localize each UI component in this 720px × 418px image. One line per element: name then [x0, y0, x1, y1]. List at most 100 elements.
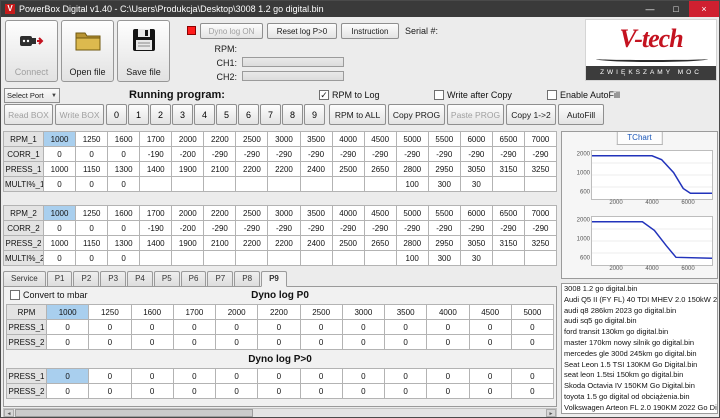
value-cell[interactable]: -290 [299, 220, 333, 236]
paste-prog-button[interactable]: Paste PROG [447, 104, 504, 125]
value-cell[interactable]: 1000 [42, 161, 77, 177]
value-cell[interactable]: 4000 [331, 205, 365, 221]
value-cell[interactable]: 5500 [427, 131, 461, 147]
read-box-button[interactable]: Read BOX [4, 104, 53, 125]
value-cell[interactable]: 1150 [75, 161, 109, 177]
value-cell[interactable]: 0 [45, 319, 90, 335]
value-cell[interactable]: -290 [523, 146, 558, 162]
value-cell[interactable]: -190 [139, 220, 173, 236]
value-cell[interactable]: 1400 [139, 161, 173, 177]
scrollbar-thumb[interactable] [15, 409, 253, 417]
tab-p8[interactable]: P8 [234, 271, 261, 287]
value-cell[interactable]: 0 [75, 176, 109, 192]
value-cell[interactable]: 2950 [427, 161, 461, 177]
value-cell[interactable]: 0 [75, 146, 109, 162]
digit-button-6[interactable]: 6 [238, 104, 259, 125]
value-cell[interactable]: -290 [331, 146, 365, 162]
value-cell[interactable] [363, 250, 397, 266]
value-cell[interactable]: 0 [45, 334, 90, 350]
value-cell[interactable]: 0 [107, 176, 141, 192]
value-cell[interactable]: 2500 [235, 205, 269, 221]
value-cell[interactable]: 100 [395, 176, 429, 192]
value-cell[interactable]: 0 [299, 383, 343, 399]
value-cell[interactable] [299, 250, 333, 266]
digit-button-9[interactable]: 9 [304, 104, 325, 125]
value-cell[interactable]: 0 [88, 319, 132, 335]
value-cell[interactable]: 1250 [75, 131, 109, 147]
value-cell[interactable]: 0 [42, 220, 77, 236]
tab-p6[interactable]: P6 [180, 271, 207, 287]
value-cell[interactable]: 0 [468, 368, 512, 384]
value-cell[interactable]: 3150 [491, 235, 525, 251]
value-cell[interactable] [139, 250, 173, 266]
value-cell[interactable]: -290 [235, 146, 269, 162]
value-cell[interactable] [331, 176, 365, 192]
digit-button-1[interactable]: 1 [128, 104, 149, 125]
value-cell[interactable]: -290 [267, 146, 301, 162]
value-cell[interactable]: 2200 [267, 161, 301, 177]
value-cell[interactable]: 0 [426, 319, 470, 335]
value-cell[interactable]: 1400 [139, 235, 173, 251]
value-cell[interactable]: 0 [510, 368, 555, 384]
value-cell[interactable] [491, 250, 525, 266]
value-cell[interactable]: 1000 [45, 304, 90, 320]
tab-p7[interactable]: P7 [207, 271, 234, 287]
value-cell[interactable]: 0 [383, 334, 428, 350]
value-cell[interactable]: 0 [75, 220, 109, 236]
value-cell[interactable]: 0 [130, 334, 174, 350]
value-cell[interactable]: 0 [257, 368, 301, 384]
value-cell[interactable]: 2800 [395, 235, 429, 251]
digit-button-3[interactable]: 3 [172, 104, 193, 125]
value-cell[interactable]: 6000 [459, 131, 493, 147]
value-cell[interactable]: 2200 [267, 235, 301, 251]
value-cell[interactable]: 0 [214, 319, 259, 335]
value-cell[interactable]: -290 [235, 220, 269, 236]
value-cell[interactable]: 5000 [395, 205, 429, 221]
tab-p2[interactable]: P2 [73, 271, 100, 287]
value-cell[interactable]: -290 [459, 220, 493, 236]
value-cell[interactable]: -290 [523, 220, 558, 236]
value-cell[interactable]: 0 [88, 334, 132, 350]
value-cell[interactable]: 3500 [299, 205, 333, 221]
value-cell[interactable]: 0 [468, 383, 512, 399]
value-cell[interactable]: 4000 [426, 304, 470, 320]
connect-button[interactable]: Connect [5, 20, 58, 82]
value-cell[interactable]: 2500 [235, 131, 269, 147]
value-cell[interactable]: 0 [172, 334, 217, 350]
file-list-item[interactable]: 3008 1.2 go digital.bin [562, 284, 717, 295]
open-file-button[interactable]: Open file [61, 20, 114, 82]
value-cell[interactable]: 0 [172, 368, 217, 384]
value-cell[interactable]: -290 [299, 146, 333, 162]
rpm-to-all-button[interactable]: RPM to ALL [329, 104, 386, 125]
value-cell[interactable]: 2400 [299, 161, 333, 177]
value-cell[interactable]: 0 [257, 383, 301, 399]
value-cell[interactable]: 3250 [523, 161, 558, 177]
value-cell[interactable]: 2100 [203, 161, 237, 177]
digit-button-2[interactable]: 2 [150, 104, 171, 125]
value-cell[interactable]: 1150 [75, 235, 109, 251]
copy-1-to-2-button[interactable]: Copy 1->2 [506, 104, 556, 125]
tab-service[interactable]: Service [3, 271, 46, 287]
tab-p4[interactable]: P4 [127, 271, 153, 287]
value-cell[interactable]: -290 [427, 146, 461, 162]
value-cell[interactable]: 0 [172, 319, 217, 335]
close-button[interactable]: × [689, 1, 719, 17]
value-cell[interactable]: -290 [203, 220, 237, 236]
value-cell[interactable]: 1700 [139, 131, 173, 147]
value-cell[interactable]: 1000 [42, 235, 77, 251]
scroll-right-icon[interactable]: ► [546, 409, 556, 417]
value-cell[interactable]: 1250 [75, 205, 109, 221]
value-cell[interactable]: -290 [363, 146, 397, 162]
file-list-item[interactable]: master 170km nowy silnik go digital.bin [562, 338, 717, 349]
value-cell[interactable]: 2200 [203, 205, 237, 221]
write-after-copy-checkbox[interactable]: Write after Copy [434, 90, 512, 100]
value-cell[interactable] [363, 176, 397, 192]
value-cell[interactable]: 0 [341, 368, 386, 384]
value-cell[interactable]: 1600 [107, 131, 141, 147]
value-cell[interactable] [331, 250, 365, 266]
value-cell[interactable]: 0 [510, 319, 555, 335]
tab-p1[interactable]: P1 [46, 271, 73, 287]
value-cell[interactable]: 3250 [523, 235, 558, 251]
value-cell[interactable]: 0 [130, 319, 174, 335]
value-cell[interactable] [171, 176, 205, 192]
